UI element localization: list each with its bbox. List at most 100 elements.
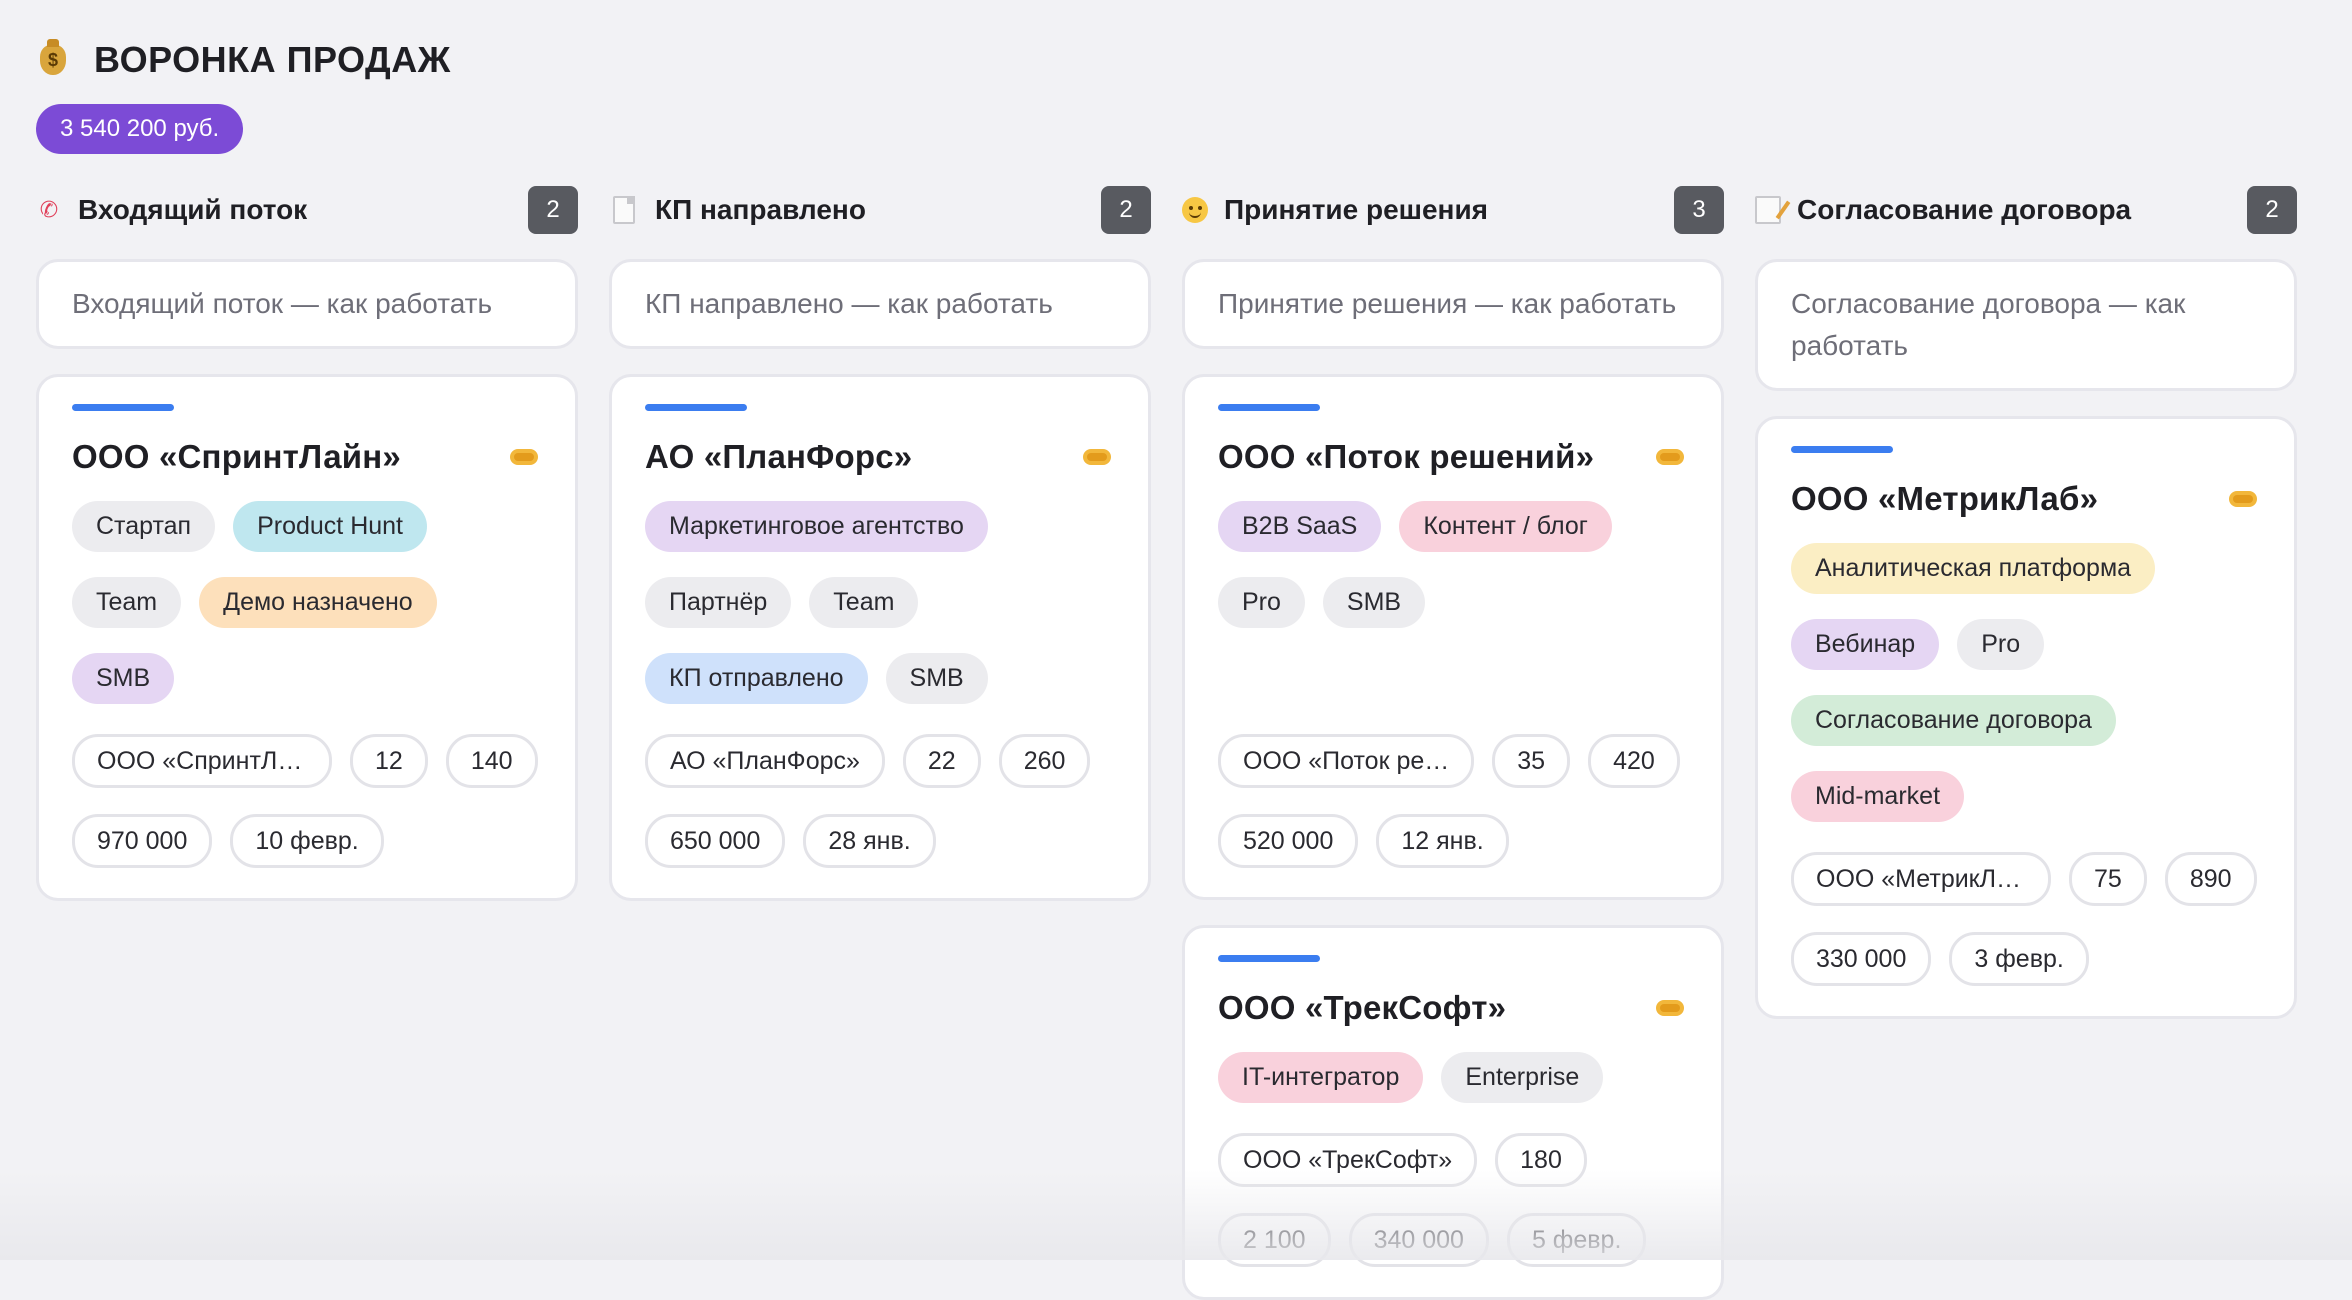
column-count-badge: 2 xyxy=(528,186,578,234)
board-title-row: $ ВОРОНКА ПРОДАЖ xyxy=(36,36,451,84)
card-header: ООО «МетрикЛаб» xyxy=(1791,479,2261,519)
card-header: ООО «ТрекСофт» xyxy=(1218,988,1688,1028)
deal-card[interactable]: ООО «ТрекСофт» IT-интегратор Enterprise … xyxy=(1182,925,1724,1300)
tag: IT-интегратор xyxy=(1218,1052,1424,1103)
meta-date: 28 янв. xyxy=(803,814,936,868)
column-title: Согласование договора xyxy=(1797,194,2132,225)
tag: Вебинар xyxy=(1791,619,1940,670)
tag: B2B SaaS xyxy=(1218,501,1382,552)
phone-icon: ✆ xyxy=(39,197,59,222)
meta-amount: 340 000 xyxy=(1348,1213,1489,1267)
card-header: АО «ПланФорс» xyxy=(645,437,1115,477)
card-tags: Аналитическая платформа Вебинар Pro Согл… xyxy=(1791,543,2261,822)
card-header: ООО «СпринтЛайн» xyxy=(72,437,542,477)
card-title: ООО «СпринтЛайн» xyxy=(72,438,401,475)
handshake-icon xyxy=(510,449,538,465)
money-bag-icon: $ xyxy=(40,39,66,75)
tag: SMB xyxy=(1322,577,1426,628)
card-meta: АО «ПланФорс» 22 260 650 000 28 янв. xyxy=(645,734,1115,868)
card-header: ООО «Поток решений» xyxy=(1218,437,1688,477)
tag: Pro xyxy=(1957,619,2045,670)
meta-date: 3 февр. xyxy=(1949,932,2089,986)
tag: Стартап xyxy=(72,501,216,552)
column-title: Входящий поток xyxy=(78,194,308,225)
tag: SMB xyxy=(885,653,988,704)
column-count-badge: 2 xyxy=(2247,186,2297,234)
meta-value: 2 100 xyxy=(1218,1213,1331,1267)
card-title: ООО «МетрикЛаб» xyxy=(1791,480,2099,517)
howto-card[interactable]: Согласование договора — как работать xyxy=(1755,259,2297,391)
card-meta: ООО «СпринтЛа… 12 140 970 000 10 февр. xyxy=(72,734,542,868)
meta-value: 35 xyxy=(1492,734,1571,788)
tag: Согласование договора xyxy=(1791,695,2116,746)
total-amount-badge: 3 540 200 руб. xyxy=(36,104,244,154)
column-contract: Согласование договора 2 Согласование дог… xyxy=(1755,186,2297,1019)
deal-card[interactable]: ООО «СпринтЛайн» Стартап Product Hunt Te… xyxy=(36,374,578,901)
card-accent-bar xyxy=(645,404,747,411)
document-icon xyxy=(613,196,635,224)
meta-date: 10 февр. xyxy=(230,814,384,868)
column-incoming: ✆ Входящий поток 2 Входящий поток — как … xyxy=(36,186,578,901)
card-meta: ООО «Поток ре… 35 420 520 000 12 янв. xyxy=(1218,734,1688,868)
howto-card[interactable]: Принятие решения — как работать xyxy=(1182,259,1724,349)
meta-date: 12 янв. xyxy=(1376,814,1509,868)
card-tags: IT-интегратор Enterprise xyxy=(1218,1052,1688,1103)
meta-value: 12 xyxy=(350,734,428,788)
board-header: $ ВОРОНКА ПРОДАЖ 3 540 200 руб. xyxy=(36,36,451,154)
meta-value: 140 xyxy=(445,734,538,788)
meta-amount: 520 000 xyxy=(1218,814,1359,868)
meta-amount: 970 000 xyxy=(72,814,213,868)
column-header: ✆ Входящий поток 2 xyxy=(36,186,578,234)
handshake-icon xyxy=(1083,449,1111,465)
card-accent-bar xyxy=(72,404,174,411)
meta-value: 75 xyxy=(2069,852,2147,906)
tag: Team xyxy=(809,577,919,628)
tag: Партнёр xyxy=(645,577,792,628)
card-tags: Маркетинговое агентство Партнёр Team КП … xyxy=(645,501,1115,704)
meta-value: 22 xyxy=(902,734,981,788)
deal-card[interactable]: ООО «Поток решений» B2B SaaS Контент / б… xyxy=(1182,374,1724,900)
card-tags: B2B SaaS Контент / блог Pro SMB xyxy=(1218,501,1688,628)
meta-value: 420 xyxy=(1588,734,1680,788)
column-header: Согласование договора 2 xyxy=(1755,186,2297,234)
bottom-fade xyxy=(0,1170,2352,1260)
meta-amount: 650 000 xyxy=(645,814,786,868)
tag: КП отправлено xyxy=(645,653,868,704)
meta-value: 260 xyxy=(998,734,1091,788)
card-title: АО «ПланФорс» xyxy=(645,438,913,475)
meta-amount: 330 000 xyxy=(1791,932,1932,986)
column-title: КП направлено xyxy=(655,194,866,225)
column-count-badge: 3 xyxy=(1674,186,1724,234)
card-title: ООО «ТрекСофт» xyxy=(1218,989,1507,1026)
howto-card[interactable]: КП направлено — как работать xyxy=(609,259,1151,349)
tag: Маркетинговое агентство xyxy=(645,501,988,552)
column-count-badge: 2 xyxy=(1101,186,1151,234)
tag: Product Hunt xyxy=(233,501,428,552)
card-title: ООО «Поток решений» xyxy=(1218,438,1595,475)
handshake-icon xyxy=(2229,491,2257,507)
column-title: Принятие решения xyxy=(1224,194,1489,225)
howto-card[interactable]: Входящий поток — как работать xyxy=(36,259,578,349)
card-accent-bar xyxy=(1218,404,1320,411)
tag: Mid-market xyxy=(1791,771,1965,822)
meta-date: 5 февр. xyxy=(1506,1213,1647,1267)
meta-value: 890 xyxy=(2164,852,2257,906)
meta-company: ООО «Поток ре… xyxy=(1218,734,1475,788)
tag: Контент / блог xyxy=(1399,501,1612,552)
handshake-icon xyxy=(1656,449,1684,465)
deal-card[interactable]: АО «ПланФорс» Маркетинговое агентство Па… xyxy=(609,374,1151,901)
card-meta: ООО «МетрикЛа… 75 890 330 000 3 февр. xyxy=(1791,852,2261,986)
card-accent-bar xyxy=(1218,955,1320,962)
meta-company: ООО «ТрекСофт» xyxy=(1218,1133,1478,1187)
column-decision: Принятие решения 3 Принятие решения — ка… xyxy=(1182,186,1724,1300)
deal-card[interactable]: ООО «МетрикЛаб» Аналитическая платформа … xyxy=(1755,416,2297,1019)
handshake-icon xyxy=(1656,1000,1684,1016)
card-meta: ООО «ТрекСофт» 180 2 100 340 000 5 февр. xyxy=(1218,1133,1688,1267)
column-header: Принятие решения 3 xyxy=(1182,186,1724,234)
meta-company: ООО «МетрикЛа… xyxy=(1791,852,2051,906)
board-title: ВОРОНКА ПРОДАЖ xyxy=(94,39,451,80)
meta-value: 180 xyxy=(1495,1133,1587,1187)
tag: Team xyxy=(72,577,182,628)
tag: SMB xyxy=(72,653,175,704)
memo-icon xyxy=(1755,196,1781,224)
